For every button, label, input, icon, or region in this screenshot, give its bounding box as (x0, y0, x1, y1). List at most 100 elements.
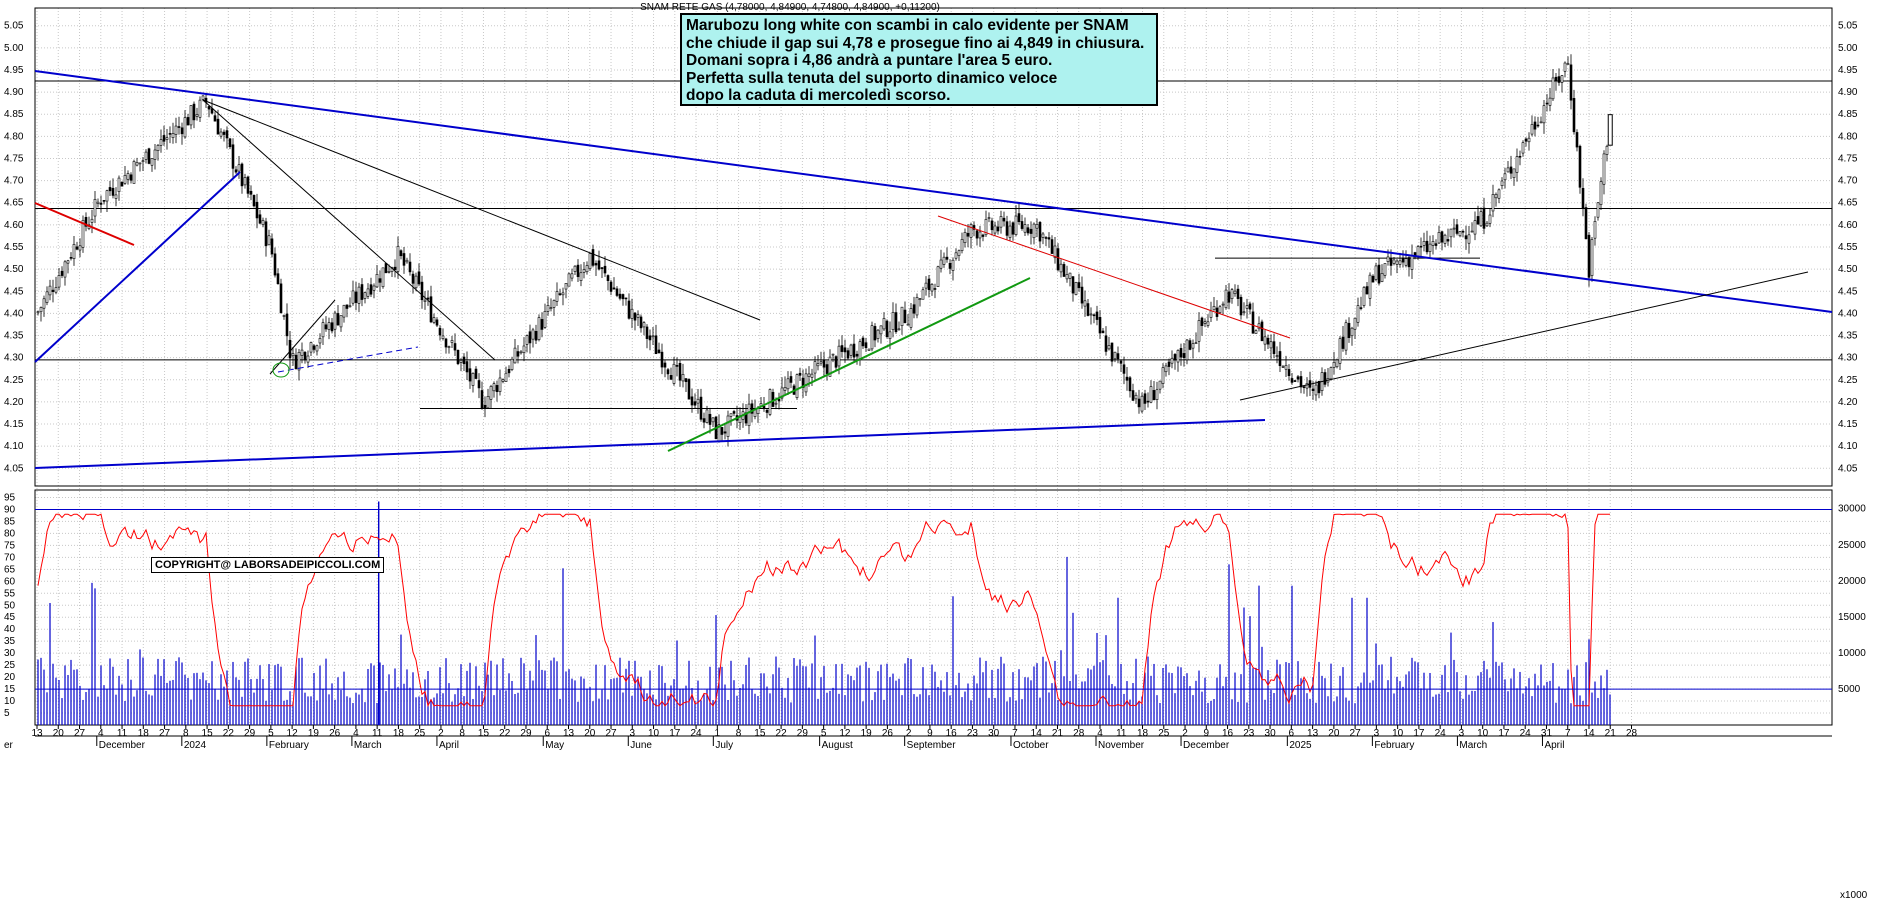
candle-body (1050, 239, 1054, 254)
price-tick-right: 4.70 (1838, 176, 1858, 187)
candle-body (978, 231, 982, 239)
candle-body (1254, 330, 1258, 334)
candle-body (1218, 306, 1222, 314)
candle-body (504, 372, 508, 382)
day-tick-label: 25 (1158, 728, 1170, 739)
candle-body (687, 379, 691, 400)
volume-bar (1411, 657, 1413, 725)
volume-bar (274, 665, 276, 725)
candle-body (243, 177, 247, 186)
volume-bar (73, 669, 75, 725)
volume-bar (391, 688, 393, 725)
note-line: che chiude il gap sui 4,78 e prosegue fi… (686, 34, 1145, 52)
candle-body (225, 130, 229, 139)
candle-body (45, 291, 49, 303)
volume-bar (1030, 680, 1032, 725)
candle-body (249, 190, 253, 195)
volume-bar (1102, 660, 1104, 725)
candle-body (639, 316, 643, 329)
volume-bar (976, 683, 978, 725)
candle-body (300, 349, 304, 356)
volume-bar (601, 689, 603, 725)
volume-bar (502, 658, 504, 725)
candle-body (1605, 145, 1609, 155)
candle-body (1197, 320, 1201, 342)
volume-bar (286, 699, 288, 725)
candle-body (1602, 153, 1606, 185)
volume-bar (739, 687, 741, 725)
candle-body (1248, 303, 1252, 310)
volume-bar (907, 657, 909, 725)
day-tick-label: 28 (1073, 728, 1085, 739)
day-tick-label: 11 (117, 728, 128, 739)
candle-body (693, 401, 697, 406)
price-tick-right: 4.25 (1838, 375, 1858, 386)
volume-bar (244, 661, 246, 725)
volume-bar (1165, 664, 1167, 725)
candle-body (435, 319, 439, 326)
volume-bar (1342, 667, 1344, 725)
volume-bar (991, 669, 993, 725)
candle-body (1581, 187, 1585, 209)
candle-body (1524, 138, 1528, 142)
candle-body (72, 244, 76, 259)
oscillator-tick: 60 (4, 576, 16, 587)
volume-bar (622, 692, 624, 725)
volume-bar (952, 596, 954, 725)
candle-body (42, 298, 46, 309)
candle-body (822, 359, 826, 368)
candle-body (174, 125, 178, 135)
volume-bar (1390, 656, 1392, 725)
volume-bar (562, 568, 564, 725)
candle-body (387, 271, 391, 273)
volume-bar (1309, 698, 1311, 725)
volume-bar (1000, 656, 1002, 725)
volume-bar (931, 664, 933, 725)
candle-body (765, 409, 769, 413)
day-tick-label: 3 (1459, 728, 1465, 739)
day-tick-label: 20 (1328, 728, 1340, 739)
volume-bar (1315, 702, 1317, 725)
volume-bar (100, 665, 102, 725)
volume-bar (1234, 672, 1236, 725)
volume-bar (682, 688, 684, 725)
volume-bar (811, 663, 813, 725)
day-tick-label: 2 (906, 728, 912, 739)
volume-bar (967, 683, 969, 725)
oscillator-tick: 50 (4, 600, 16, 611)
volume-bar (142, 657, 144, 725)
volume-bar (466, 670, 468, 725)
day-tick-label: 7 (1565, 728, 1571, 739)
month-label: 2024 (184, 740, 207, 751)
volume-bar (763, 673, 765, 725)
candle-body (621, 294, 625, 300)
candle-body (996, 226, 1000, 232)
volume-bar (1537, 685, 1539, 725)
candle-body (180, 127, 184, 135)
volume-bar (736, 695, 738, 725)
candle-body (1158, 380, 1162, 390)
volume-bar (637, 676, 639, 725)
volume-bar (85, 692, 87, 725)
day-tick-label: 10 (1392, 728, 1404, 739)
candle-body (582, 269, 586, 273)
volume-bar (577, 701, 579, 725)
volume-bar (910, 659, 912, 725)
volume-bar (1375, 643, 1377, 725)
volume-bar (646, 693, 648, 725)
candle-body (1494, 194, 1498, 199)
volume-bar (328, 694, 330, 725)
candle-body (483, 404, 487, 409)
price-tick-left: 4.75 (4, 153, 24, 164)
candle-body (702, 418, 706, 423)
candle-body (129, 174, 133, 181)
candle-body (1029, 228, 1033, 234)
candle-body (66, 260, 70, 264)
candle-body (414, 275, 418, 289)
day-tick-label: 13 (1307, 728, 1319, 739)
candle-body (1098, 316, 1102, 334)
volume-bar (1303, 679, 1305, 725)
volume-bar (193, 673, 195, 725)
candle-body (918, 298, 922, 300)
candle-body (351, 290, 355, 304)
